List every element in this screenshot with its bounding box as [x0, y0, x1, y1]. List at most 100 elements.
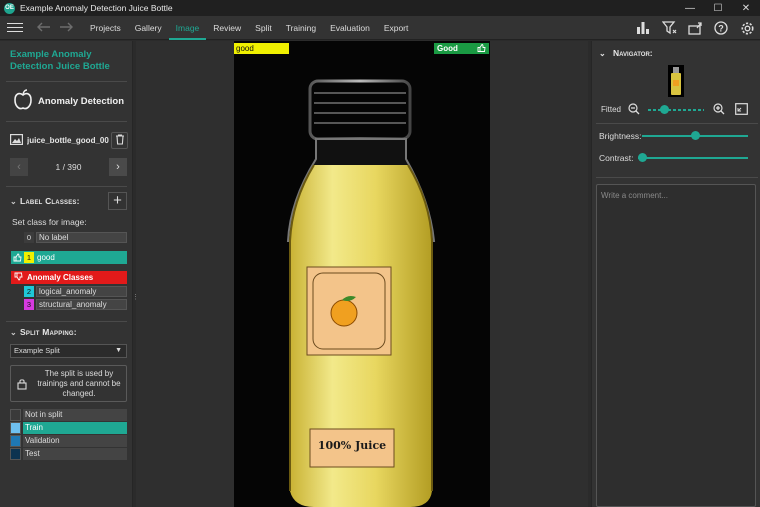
zoom-out-icon[interactable] — [628, 103, 640, 117]
bar-chart-icon[interactable] — [630, 16, 656, 40]
class-name: structural_anomaly — [36, 299, 127, 310]
next-image-button[interactable]: › — [109, 158, 127, 176]
class-index: 1 — [24, 252, 34, 263]
title-bar: OE Example Anomaly Detection Juice Bottl… — [0, 0, 760, 16]
divider — [6, 186, 127, 187]
filter-icon[interactable] — [656, 16, 682, 40]
split-select-dropdown[interactable]: Example Split ▼ — [10, 344, 127, 358]
class-row-logical-anomaly[interactable]: 2 logical_anomaly — [24, 286, 127, 297]
divider — [6, 321, 127, 322]
class-name: good — [37, 253, 55, 262]
image-viewport[interactable]: 100% Juice good Good — [136, 41, 588, 507]
class-row-no-label[interactable]: 0 No label — [24, 232, 127, 243]
app-logo-icon: OE — [4, 2, 15, 14]
class-name: No label — [36, 232, 127, 243]
menu-gallery[interactable]: Gallery — [128, 16, 169, 40]
upload-icon[interactable] — [682, 16, 708, 40]
set-class-label: Set class for image: — [12, 217, 87, 227]
model-type-label: Anomaly Detection — [38, 95, 125, 107]
class-index: 2 — [24, 286, 34, 297]
zoom-in-icon[interactable] — [713, 103, 725, 117]
image-counter: 1 / 390 — [55, 162, 82, 172]
chevron-down-icon: ⌄ — [10, 327, 17, 337]
previous-image-button[interactable]: ‹ — [10, 158, 28, 176]
file-row: juice_bottle_good_001.png — [10, 132, 128, 149]
brightness-label: Brightness: — [599, 131, 642, 141]
divider — [596, 123, 758, 124]
menu-bar: Projects Gallery Image Review Split Trai… — [0, 16, 760, 40]
menu-split[interactable]: Split — [248, 16, 279, 40]
left-panel: Example Anomaly Detection Juice Bottle A… — [0, 41, 133, 507]
zoom-slider-knob[interactable] — [659, 105, 669, 114]
split-row-test[interactable]: Test — [10, 448, 127, 460]
thumbs-up-icon — [477, 43, 486, 56]
window-title: Example Anomaly Detection Juice Bottle — [20, 3, 173, 13]
split-color-swatch — [10, 409, 21, 421]
menu-review[interactable]: Review — [206, 16, 248, 40]
navigator-thumbnail[interactable] — [668, 65, 684, 97]
forward-arrow-icon[interactable] — [55, 21, 77, 35]
class-index: 0 — [24, 232, 34, 243]
back-arrow-icon[interactable] — [33, 21, 55, 35]
help-icon[interactable]: ? — [708, 16, 734, 40]
divider — [6, 81, 127, 82]
trash-icon — [115, 134, 125, 147]
hamburger-menu-icon[interactable] — [7, 22, 23, 33]
navigator-header[interactable]: ⌄ Navigator: — [599, 48, 653, 58]
model-type: Anomaly Detection — [13, 89, 124, 113]
label-classes-header[interactable]: ⌄ Label Classes: — [10, 196, 80, 206]
brightness-slider[interactable] — [642, 129, 748, 143]
ground-truth-tag: good — [234, 43, 289, 54]
split-color-swatch — [10, 448, 21, 460]
split-row-validation[interactable]: Validation — [10, 435, 127, 447]
class-row-structural-anomaly[interactable]: 3 structural_anomaly — [24, 299, 127, 310]
menu-evaluation[interactable]: Evaluation — [323, 16, 377, 40]
class-name: logical_anomaly — [36, 286, 127, 297]
maximize-button[interactable]: ☐ — [704, 0, 732, 16]
close-button[interactable]: ✕ — [732, 0, 760, 16]
contrast-slider[interactable] — [638, 151, 748, 165]
thumbs-up-icon — [11, 253, 24, 262]
bottle-label-text: 100% Juice — [317, 439, 387, 452]
lock-icon — [11, 378, 33, 390]
fit-to-screen-icon[interactable] — [735, 103, 748, 117]
svg-text:?: ? — [718, 24, 724, 34]
comment-field[interactable]: Write a comment... — [596, 184, 756, 507]
menu-image[interactable]: Image — [168, 16, 207, 40]
dropdown-arrow-icon: ▼ — [115, 347, 122, 354]
split-row-train[interactable]: Train — [10, 422, 127, 434]
split-color-swatch — [10, 435, 21, 447]
apple-icon — [13, 89, 33, 113]
menu-training[interactable]: Training — [279, 16, 323, 40]
anomaly-classes-header: Anomaly Classes — [11, 271, 127, 284]
class-index: 3 — [24, 299, 34, 310]
image-file-icon — [10, 134, 24, 147]
project-title: Example Anomaly Detection Juice Bottle — [10, 49, 110, 72]
add-class-button[interactable]: + — [108, 192, 127, 210]
file-name: juice_bottle_good_001.png — [27, 136, 109, 145]
split-locked-notice: The split is used by trainings and canno… — [10, 365, 127, 402]
split-row-not-in-split[interactable]: Not in split — [10, 409, 127, 421]
divider — [596, 177, 758, 178]
delete-image-button[interactable] — [111, 132, 128, 149]
split-color-swatch — [10, 422, 21, 434]
menu-export[interactable]: Export — [377, 16, 416, 40]
minimize-button[interactable]: — — [676, 0, 704, 16]
image-pager: ‹ 1 / 390 › — [10, 158, 127, 176]
divider — [6, 121, 127, 122]
chevron-down-icon: ⌄ — [599, 48, 606, 58]
menu-projects[interactable]: Projects — [83, 16, 128, 40]
zoom-label: Fitted — [601, 105, 622, 114]
juice-bottle-image[interactable]: 100% Juice — [234, 41, 490, 507]
thumbs-down-icon — [14, 272, 23, 283]
brightness-slider-knob[interactable] — [690, 131, 700, 140]
settings-icon[interactable] — [734, 16, 760, 40]
split-mapping-header[interactable]: ⌄ Split Mapping: — [10, 327, 77, 337]
class-row-good-selected[interactable]: 1 good — [11, 251, 127, 264]
prediction-tag: Good — [434, 43, 489, 54]
zoom-slider[interactable] — [648, 103, 704, 117]
chevron-down-icon: ⌄ — [10, 196, 17, 206]
lock-message: The split is used by trainings and canno… — [37, 368, 121, 398]
contrast-slider-knob[interactable] — [638, 153, 647, 162]
right-panel: ⌄ Navigator: Fitted Brightness: Contrast… — [591, 41, 760, 507]
